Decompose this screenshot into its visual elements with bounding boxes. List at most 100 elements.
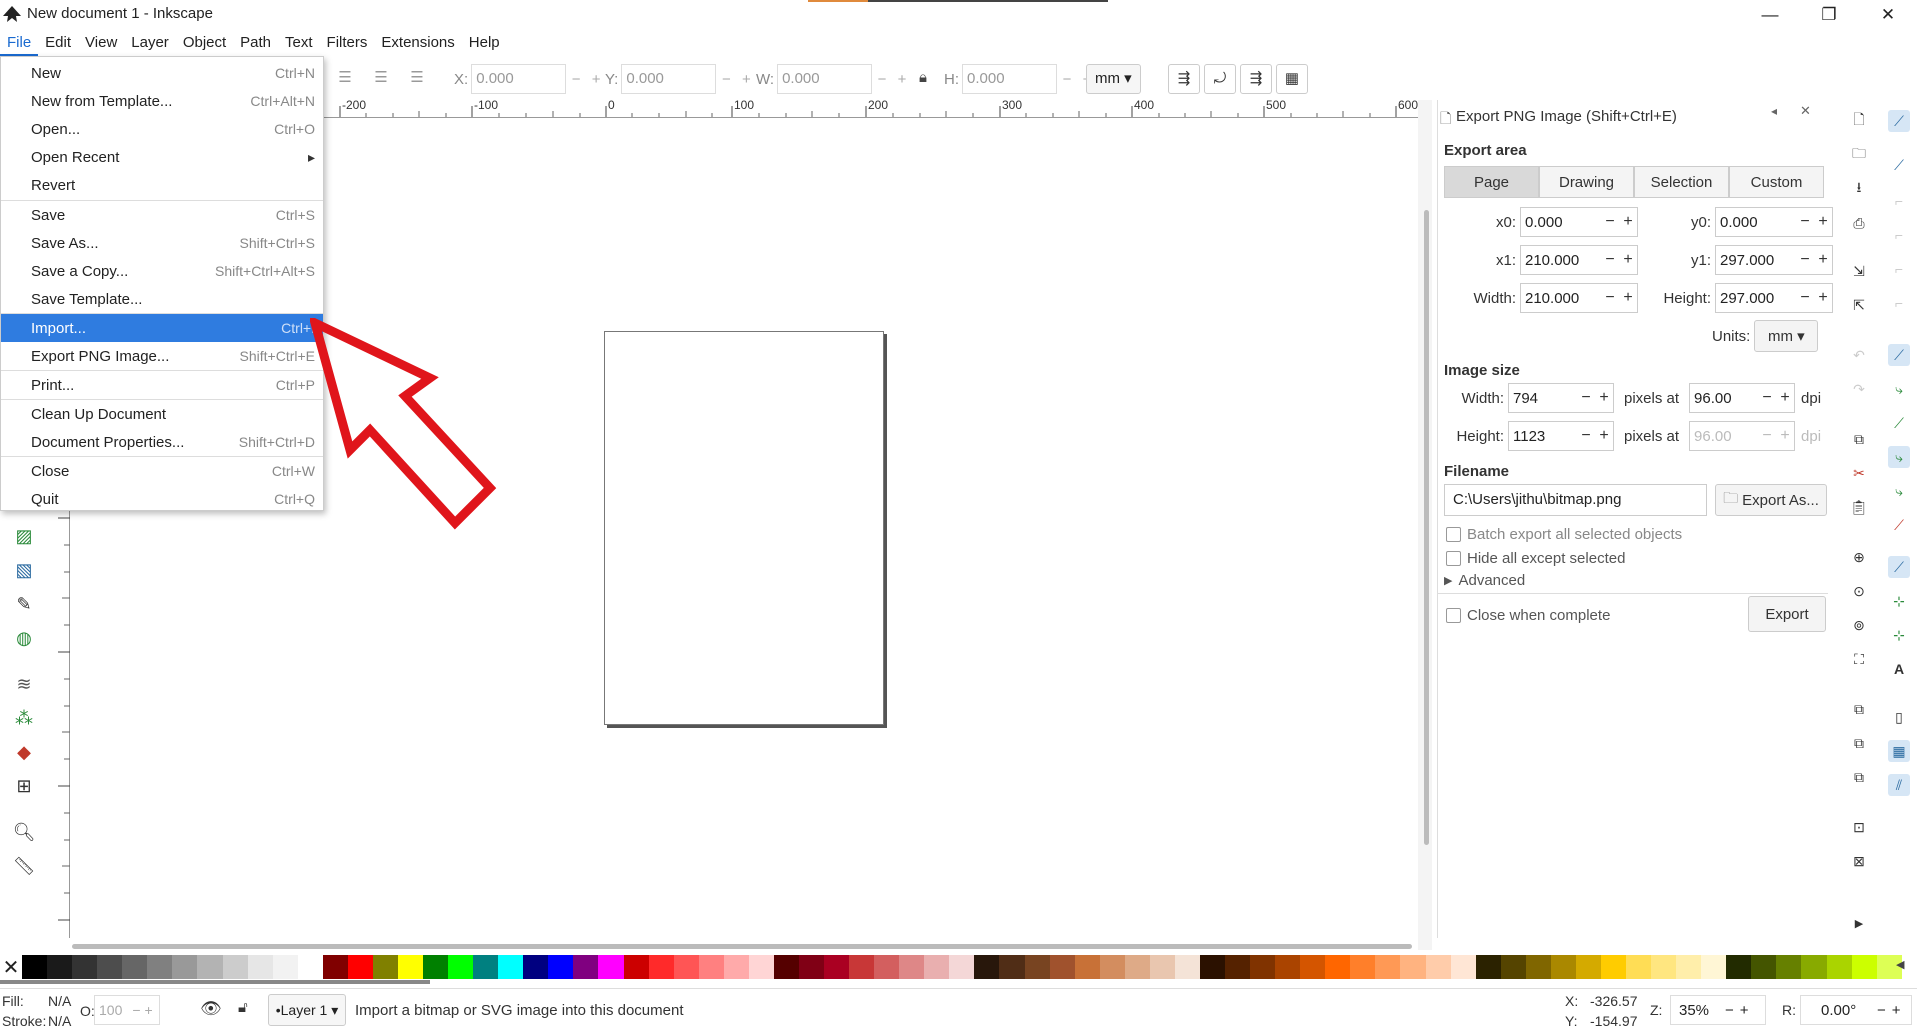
color-swatch[interactable] [247, 955, 273, 979]
minus-icon[interactable]: − [1796, 289, 1814, 307]
snap-midpoint-icon[interactable]: ⟋ [1888, 514, 1910, 536]
color-swatch[interactable] [1149, 955, 1175, 979]
color-swatch[interactable] [924, 955, 950, 979]
zoom-drawing-icon[interactable]: ⊙ [1848, 580, 1870, 602]
color-swatch[interactable] [1776, 955, 1802, 979]
color-swatch[interactable] [1225, 955, 1251, 979]
color-swatch[interactable] [874, 955, 900, 979]
color-swatch[interactable] [1325, 955, 1351, 979]
minimize-button[interactable]: — [1741, 0, 1799, 30]
plus-icon[interactable]: + [1595, 389, 1613, 407]
img-height-input[interactable]: 1123 − + [1508, 421, 1614, 451]
checkbox-box[interactable] [1446, 608, 1461, 623]
move-gradients-icon[interactable]: ⇶ [1240, 64, 1272, 94]
color-swatch[interactable] [1074, 955, 1100, 979]
area-tab-selection[interactable]: Selection [1634, 166, 1729, 198]
snap-bbox-edge-icon[interactable]: ⌐ [1888, 190, 1910, 212]
y-field[interactable]: Y: 0.000 − + [605, 64, 756, 94]
zoom-selection-icon[interactable]: ⊕ [1848, 546, 1870, 568]
color-swatch[interactable] [1826, 955, 1852, 979]
color-swatch[interactable] [1575, 955, 1601, 979]
panel-collapse-icon[interactable]: ◂ [1771, 104, 1777, 118]
snap-center-icon[interactable]: ⊹ [1888, 590, 1910, 612]
zoom-fit-icon[interactable]: ⛶ [1848, 648, 1870, 670]
copy-icon[interactable]: ⧉ [1848, 428, 1870, 450]
menu-filters[interactable]: Filters [320, 30, 375, 56]
filename-input[interactable]: C:\Users\jithu\bitmap.png [1444, 484, 1707, 516]
color-swatch[interactable] [1626, 955, 1652, 979]
zoom-tool-icon[interactable]: 🔍︎ [11, 819, 37, 845]
color-swatch[interactable] [1475, 955, 1501, 979]
img-width-input[interactable]: 794 − + [1508, 383, 1614, 413]
panel-close-icon[interactable]: ✕ [1800, 103, 1811, 119]
menu-item-save-as[interactable]: Save As... Shift+Ctrl+S [1, 229, 323, 257]
vertical-scrollbar[interactable] [1424, 210, 1429, 845]
scale-stroke-icon[interactable]: ⇶ [1168, 64, 1200, 94]
color-swatch[interactable] [1275, 955, 1301, 979]
export-icon[interactable]: ⇱ [1848, 294, 1870, 316]
color-swatch[interactable] [1124, 955, 1150, 979]
menu-view[interactable]: View [78, 30, 124, 56]
plus-icon[interactable]: + [736, 71, 756, 88]
plus-icon[interactable]: + [1892, 1002, 1901, 1019]
align-left-icon[interactable]: ☰ [334, 67, 356, 89]
color-swatch[interactable] [22, 955, 48, 979]
color-swatch[interactable] [1500, 955, 1526, 979]
color-swatch[interactable] [498, 955, 524, 979]
opacity-input[interactable]: 100− + [94, 995, 160, 1025]
color-swatch[interactable] [297, 955, 323, 979]
minus-icon[interactable]: − [1577, 389, 1595, 407]
color-swatch[interactable] [1049, 955, 1075, 979]
menu-item-quit[interactable]: Quit Ctrl+Q [1, 485, 323, 513]
restore-button[interactable]: ❐ [1800, 0, 1858, 30]
minus-icon[interactable]: − [1601, 251, 1619, 269]
paint-bucket-icon[interactable]: ◍ [11, 625, 37, 651]
minus-icon[interactable]: − [872, 71, 892, 88]
checkbox-box[interactable] [1446, 551, 1461, 566]
snap-guide-icon[interactable]: ⫽ [1888, 774, 1910, 796]
color-swatch[interactable] [122, 955, 148, 979]
color-swatch[interactable] [1199, 955, 1225, 979]
color-swatch[interactable] [397, 955, 423, 979]
color-swatch[interactable] [1701, 955, 1727, 979]
menu-file[interactable]: File [0, 30, 39, 56]
color-swatch[interactable] [1450, 955, 1476, 979]
palette-menu-icon[interactable]: ◀ [1896, 958, 1904, 971]
snap-grid-icon[interactable]: ▦ [1888, 740, 1910, 762]
menu-extensions[interactable]: Extensions [374, 30, 461, 56]
snap-cusp-icon[interactable]: ⤷ [1888, 446, 1910, 468]
open-folder-icon[interactable]: 🗀 [1848, 144, 1870, 166]
checkbox-box[interactable] [1446, 527, 1461, 542]
h-input[interactable]: 0.000 [962, 64, 1057, 94]
layer-lock-icon[interactable]: 🔓︎ [238, 999, 248, 1016]
color-swatch[interactable] [1600, 955, 1626, 979]
measure-tool-icon[interactable]: 📏︎ [11, 853, 37, 879]
plus-icon[interactable]: + [1595, 427, 1613, 445]
advanced-expander[interactable]: ▶ Advanced [1444, 572, 1525, 589]
color-swatch[interactable] [1651, 955, 1677, 979]
menu-path[interactable]: Path [233, 30, 278, 56]
snap-path-icon[interactable]: ⤷ [1888, 378, 1910, 400]
snap-bbox-corner-icon[interactable]: ⌐ [1888, 224, 1910, 246]
color-swatch[interactable] [1174, 955, 1200, 979]
export-units-select[interactable]: mm ▾ [1754, 320, 1819, 352]
palette-scrollbar[interactable] [0, 980, 430, 984]
menu-object[interactable]: Object [176, 30, 233, 56]
minus-icon[interactable]: − [566, 71, 586, 88]
ungroup-icon[interactable]: ⊠ [1848, 850, 1870, 872]
color-swatch[interactable] [999, 955, 1025, 979]
color-swatch[interactable] [322, 955, 348, 979]
color-swatch[interactable] [222, 955, 248, 979]
color-swatch[interactable] [623, 955, 649, 979]
more-commands-icon[interactable]: ▶ [1848, 912, 1870, 934]
mesh-tool-icon[interactable]: ▨ [11, 523, 37, 549]
plus-icon[interactable]: + [892, 71, 912, 88]
w-input[interactable]: 0.000 [777, 64, 873, 94]
import-icon[interactable]: ⇲ [1848, 260, 1870, 282]
color-swatch[interactable] [523, 955, 549, 979]
snap-bbox-midpoint-icon[interactable]: ⌐ [1888, 258, 1910, 280]
scale-corners-icon[interactable]: ⤾ [1204, 64, 1236, 94]
minus-icon[interactable]: − [1577, 427, 1595, 445]
snap-rotation-center-icon[interactable]: ⊹ [1888, 624, 1910, 646]
color-swatch[interactable] [1751, 955, 1777, 979]
